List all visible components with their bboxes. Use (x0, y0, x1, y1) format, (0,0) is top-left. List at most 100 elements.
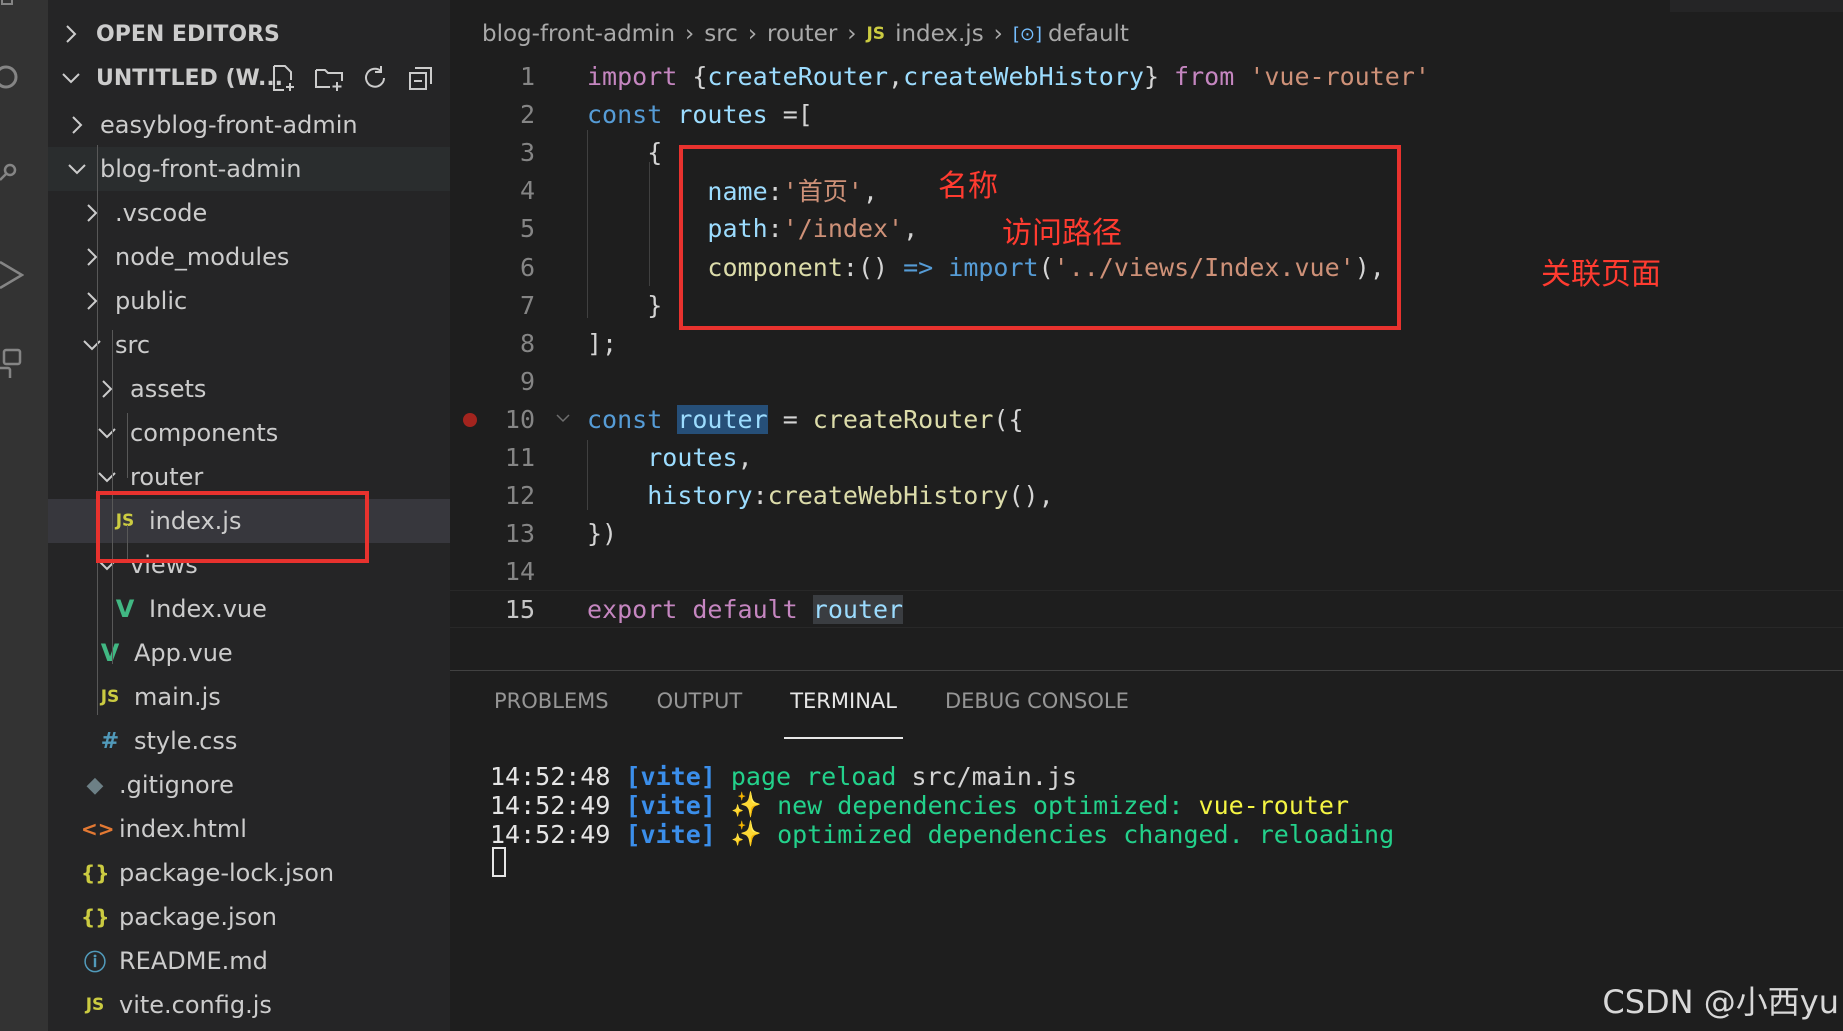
code-content: history:createWebHistory(), (587, 480, 1054, 510)
tree-item[interactable]: easyblog-front-admin (48, 103, 450, 147)
code-line[interactable]: 2 const routes =[ (450, 95, 1843, 133)
open-editors-label: OPEN EDITORS (96, 21, 280, 47)
tree-item[interactable]: {} package.json (48, 895, 450, 939)
code-token: { (677, 61, 708, 91)
code-token: router (812, 594, 904, 624)
annotation-box-indexjs (96, 491, 369, 563)
source-control-icon[interactable] (0, 158, 24, 192)
new-folder-icon[interactable] (314, 63, 344, 93)
open-editors-header[interactable]: OPEN EDITORS (48, 12, 450, 56)
collapse-all-icon[interactable] (406, 63, 436, 93)
chevron-right-icon (66, 25, 77, 43)
workspace-header[interactable]: UNTITLED (W... (48, 56, 450, 100)
breadcrumb: blog-front-admin › src › router › JS ind… (482, 14, 1129, 54)
tree-item[interactable]: V Index.vue (48, 587, 450, 631)
activity-bar (0, 0, 48, 1031)
code-line[interactable]: 1 import {createRouter,createWebHistory} … (450, 57, 1843, 95)
line-number: 12 (504, 480, 535, 510)
code-content: ]; (587, 329, 617, 358)
tab-problems[interactable]: PROBLEMS (494, 689, 609, 729)
files-icon[interactable] (0, 0, 24, 24)
tree-item[interactable]: components (48, 411, 450, 455)
tree-item[interactable]: src (48, 323, 450, 367)
tree-item[interactable]: # style.css (48, 719, 450, 763)
line-number: 5 (519, 213, 535, 243)
code-content: }) (587, 519, 617, 548)
code-line[interactable]: 12 history:createWebHistory(), (450, 476, 1843, 514)
chevron-down-icon (62, 73, 80, 84)
run-debug-icon[interactable] (0, 258, 25, 292)
terminal-cursor (492, 847, 506, 877)
tree-item[interactable]: assets (48, 367, 450, 411)
fold-chevron-icon[interactable] (553, 408, 573, 428)
terminal-message: page reload (730, 761, 897, 791)
breadcrumb-item[interactable]: default (1048, 21, 1129, 47)
chevron-down-icon (98, 428, 116, 439)
breadcrumb-item[interactable]: src (704, 21, 738, 47)
tree-item[interactable]: <> index.html (48, 807, 450, 851)
chevron-right-icon: › (685, 21, 695, 47)
code-line[interactable]: 13}) (450, 514, 1843, 552)
tree-item[interactable]: node_modules (48, 235, 450, 279)
chevron-right-icon: › (847, 21, 857, 47)
tree-item-label: src (115, 331, 151, 359)
breadcrumb-item[interactable]: blog-front-admin (482, 21, 675, 47)
terminal-tag: [vite] (625, 790, 716, 820)
tree-item[interactable]: JS main.js (48, 675, 450, 719)
search-icon[interactable] (0, 60, 24, 94)
code-content: const routes =[ (587, 100, 813, 129)
line-number: 6 (519, 252, 535, 282)
tree-item-label: blog-front-admin (100, 155, 302, 183)
tab-terminal[interactable]: TERMINAL (784, 689, 903, 739)
terminal-tag: [vite] (625, 819, 716, 849)
tree-item[interactable]: V App.vue (48, 631, 450, 675)
code-line[interactable]: 14 (450, 552, 1843, 590)
tab-strip (1670, 0, 1843, 12)
tab-debug-console[interactable]: DEBUG CONSOLE (945, 689, 1129, 729)
code-line[interactable]: 15 export default router (450, 590, 1843, 628)
refresh-icon[interactable] (360, 63, 390, 93)
code-token: history (647, 480, 753, 510)
js-file-icon: JS (866, 24, 886, 44)
code-token: createRouter (707, 61, 889, 91)
tree-item-label: components (130, 419, 279, 447)
tree-item[interactable]: .vscode (48, 191, 450, 235)
code-line[interactable]: 10 const router = createRouter({ (450, 400, 1843, 438)
code-token: }) (587, 518, 618, 548)
code-editor[interactable]: blog-front-admin › src › router › JS ind… (450, 0, 1843, 670)
code-token: router (677, 404, 768, 434)
chevron-right-icon (87, 248, 98, 266)
chevron-right-icon: › (993, 21, 1003, 47)
tree-item[interactable]: public (48, 279, 450, 323)
code-token: (), (1008, 480, 1054, 510)
code-line[interactable]: 11 routes, (450, 438, 1843, 476)
tree-item[interactable]: blog-front-admin (48, 147, 450, 191)
breadcrumb-item[interactable]: index.js (895, 21, 984, 47)
extensions-icon[interactable] (0, 344, 24, 384)
tree-item-label: index.html (119, 815, 247, 843)
tree-item[interactable]: JS vite.config.js (48, 983, 450, 1027)
code-token: const (587, 404, 663, 434)
code-token: default (692, 594, 798, 624)
code-token: createRouter (812, 404, 994, 434)
tree-item-label: main.js (134, 683, 221, 711)
chevron-right-icon (87, 292, 98, 310)
tree-indent-guide (97, 145, 98, 715)
line-number: 15 (504, 594, 535, 624)
tree-item[interactable]: {} package-lock.json (48, 851, 450, 895)
breadcrumb-item[interactable]: router (767, 21, 837, 47)
line-number: 7 (519, 290, 535, 320)
code-token: from (1174, 61, 1235, 91)
new-file-icon[interactable] (268, 63, 298, 93)
code-line[interactable]: 9 (450, 362, 1843, 400)
line-number: 4 (519, 175, 535, 205)
tab-output[interactable]: OUTPUT (657, 689, 743, 729)
tree-item[interactable]: ◆ .gitignore (48, 763, 450, 807)
terminal-message: optimized dependencies changed. reloadin… (777, 819, 1395, 849)
tree-item[interactable]: ⓘ README.md (48, 939, 450, 983)
